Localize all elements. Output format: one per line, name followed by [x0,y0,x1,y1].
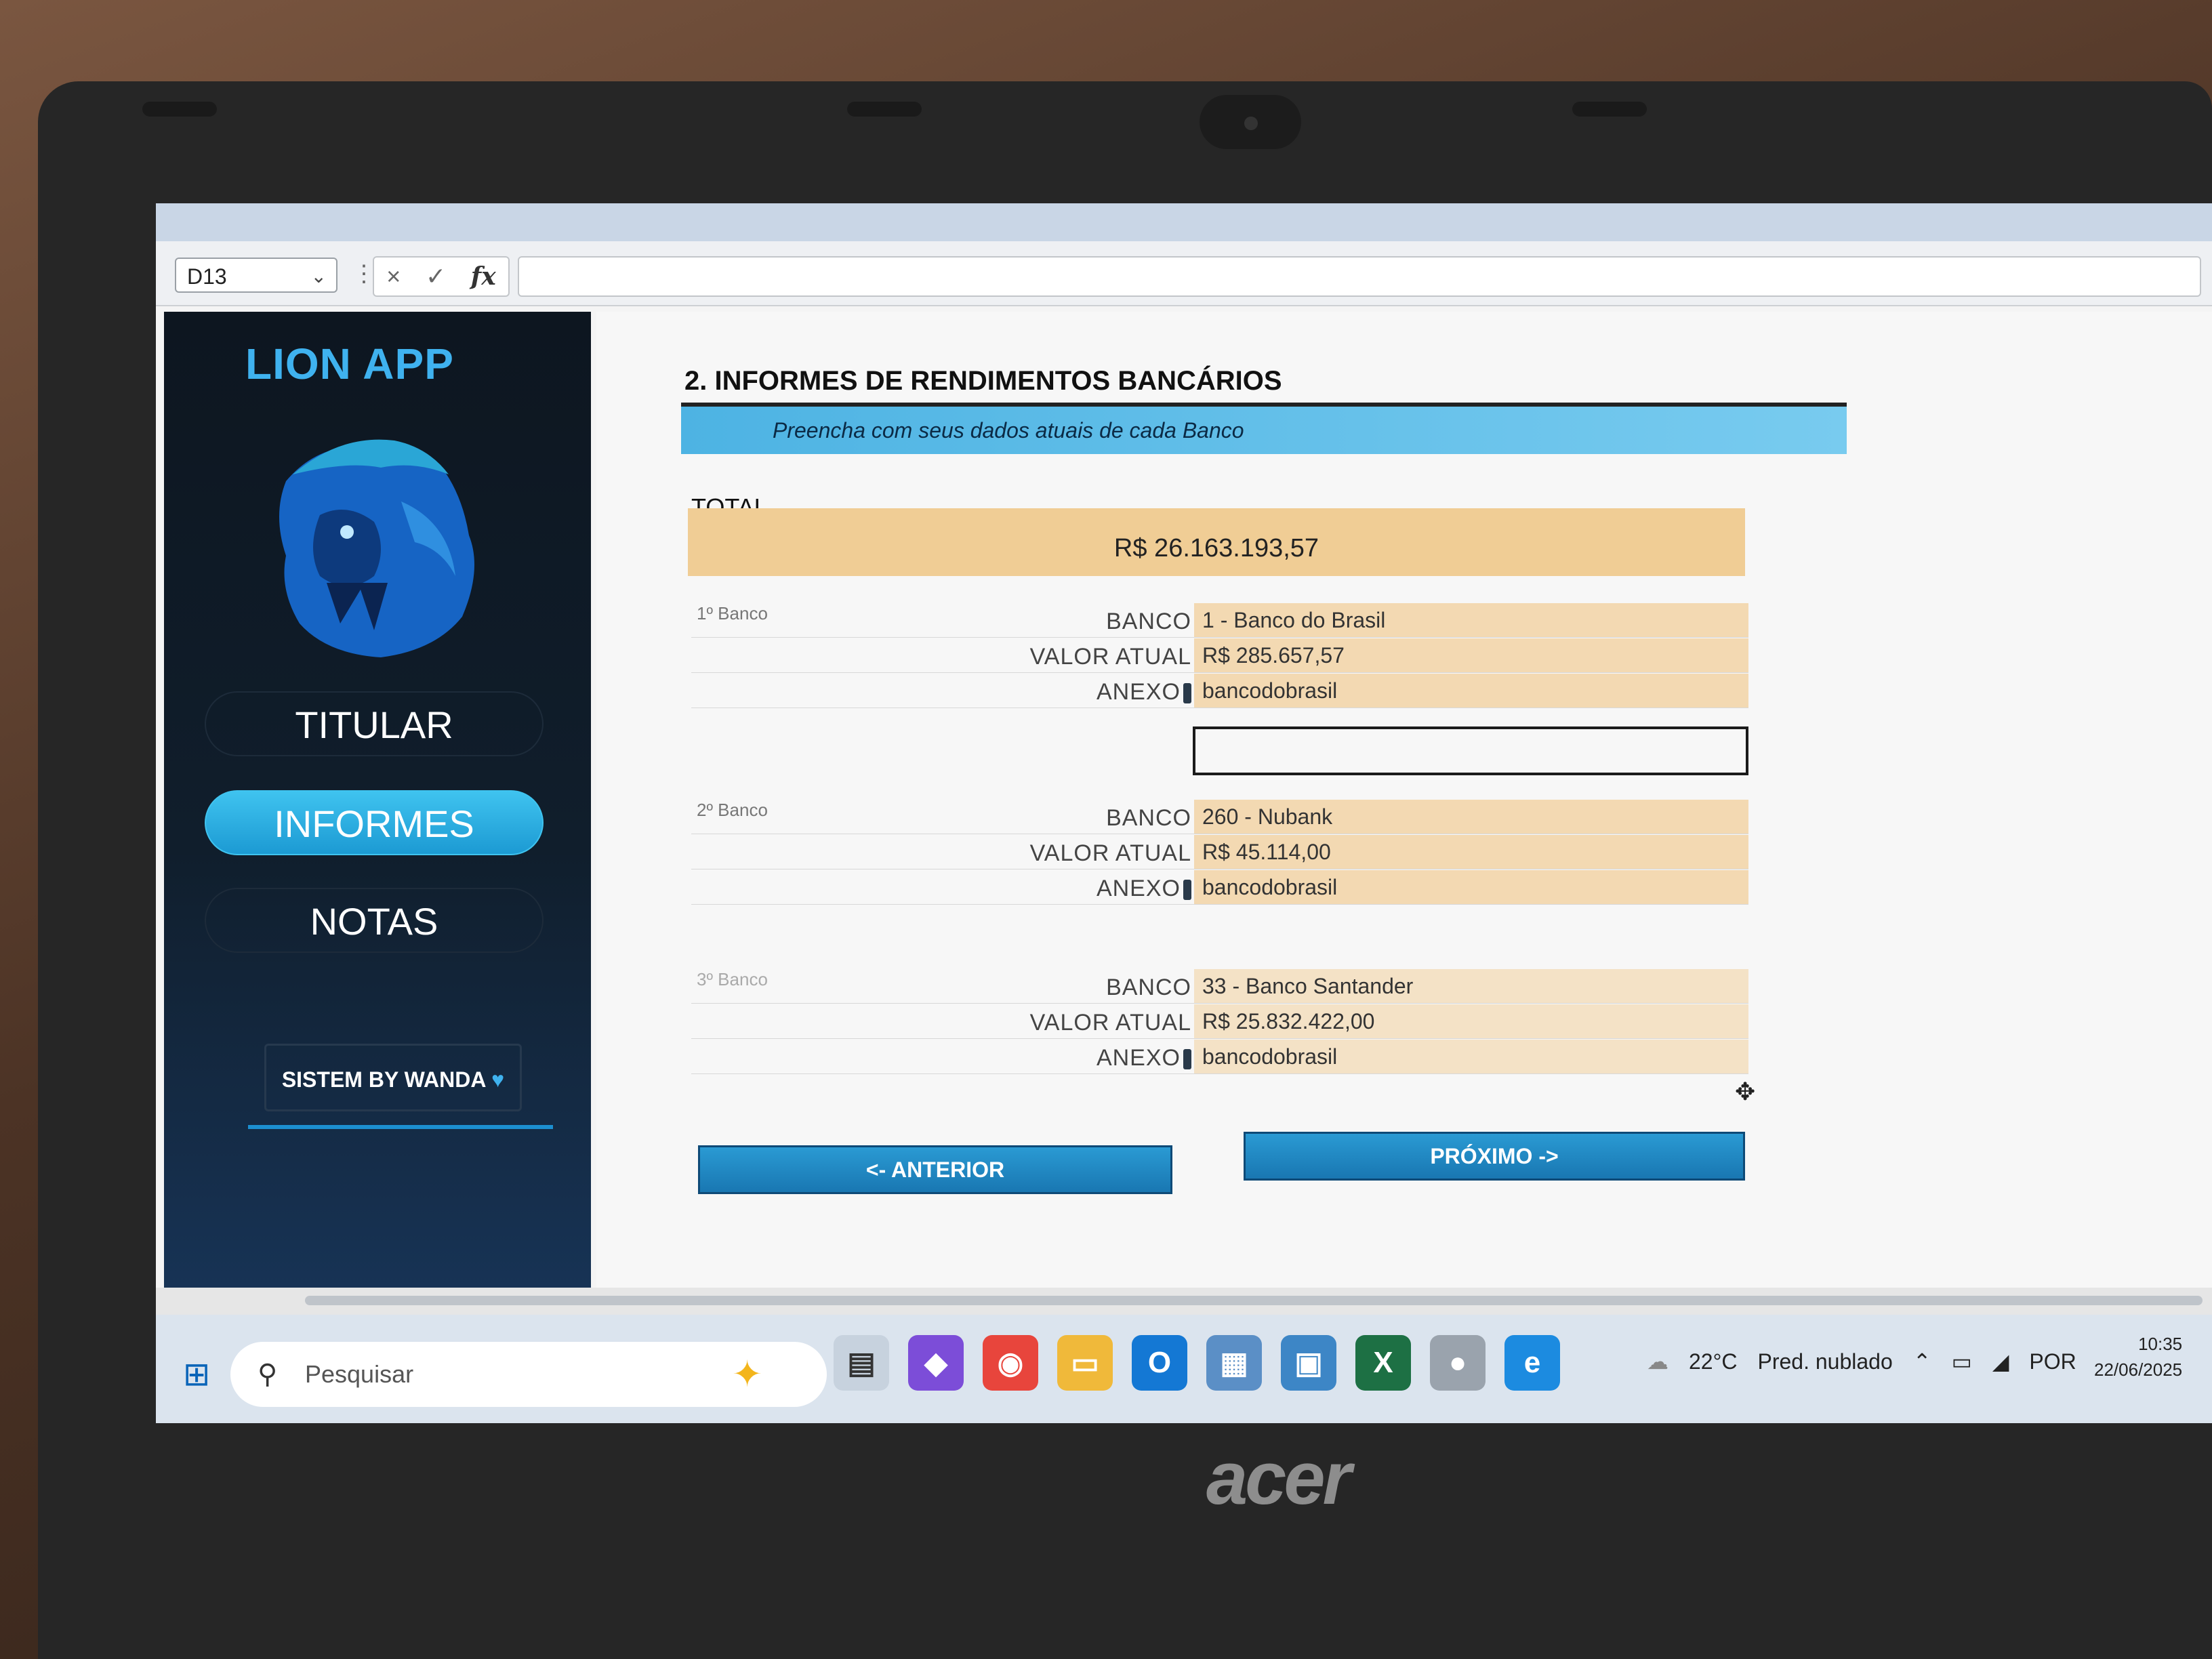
bank-row-label: BANCO [1106,609,1191,634]
chevron-down-icon[interactable]: ⌄ [311,259,327,294]
formula-bar: D13 ⌄ ⋮ × ✓ fx [156,203,2212,306]
edge-icon[interactable]: e [1504,1335,1560,1391]
heart-icon: ♥ [491,1067,505,1092]
check-icon[interactable]: ✓ [426,262,446,291]
attachment-label-text: ANEXO [1096,679,1181,705]
credit-badge: SISTEM BY WANDA ♥ [264,1044,522,1111]
fx-icon[interactable]: fx [471,262,496,291]
bank-row: ANEXO bancodobrasil [691,674,1748,708]
nav-notas-button[interactable]: NOTAS [205,888,544,953]
value-row-label: VALOR ATUAL [1029,840,1191,866]
value-row-label: VALOR ATUAL [1029,644,1191,670]
credit-underline [248,1125,553,1129]
scrollbar-thumb[interactable] [305,1296,2203,1305]
attachment-row-label: ANEXO [1097,876,1191,902]
nav-titular-button[interactable]: TITULAR [205,691,544,756]
cursor-icon: ✥ [1735,1078,1756,1105]
next-button[interactable]: PRÓXIMO -> [1244,1132,1745,1181]
ribbon-strip [156,203,2212,241]
clock-time: 10:35 [2138,1334,2183,1354]
bezel-notch [1572,102,1647,117]
section-title: 2. INFORMES DE RENDIMENTOS BANCÁRIOS [684,366,1282,396]
attachment-row-label: ANEXO [1097,679,1191,705]
task-view-icon[interactable]: ▤ [834,1335,889,1391]
system-tray: ☁ 22°C Pred. nublado ⌃ ▭ ◢ POR [1647,1349,2076,1374]
total-value: R$ 26.163.193,57 [1113,534,1319,562]
bank-field[interactable]: 1 - Banco do Brasil [1194,603,1748,637]
worksheet-content: 2. INFORMES DE RENDIMENTOS BANCÁRIOS Pre… [596,312,2212,1288]
lion-logo-icon [279,439,474,657]
previous-button[interactable]: <- ANTERIOR [698,1145,1172,1194]
nav-informes-button[interactable]: INFORMES [205,790,544,855]
weather-temp[interactable]: 22°C [1689,1349,1738,1374]
value-field[interactable]: R$ 45.114,00 [1194,835,1748,869]
value-row-label: VALOR ATUAL [1029,1010,1191,1036]
bank-row: VALOR ATUAL R$ 45.114,00 [691,835,1748,869]
value-field[interactable]: R$ 285.657,57 [1194,638,1748,672]
search-placeholder: Pesquisar [305,1360,414,1388]
formula-input[interactable] [518,256,2201,297]
app-title: LION APP [245,340,454,388]
bank-row: BANCO 1 - Banco do Brasil [691,603,1748,638]
formula-actions: × ✓ fx [373,256,510,297]
chevron-up-icon[interactable]: ⌃ [1913,1349,1931,1374]
selected-cell[interactable] [1193,726,1748,775]
credit-label: SISTEM BY WANDA [281,1067,486,1092]
paperclip-icon[interactable] [1183,683,1191,704]
bank-row: BANCO 260 - Nubank [691,800,1748,834]
taskbar-apps: ▤ ◆ ◉ ▭ O ▦ ▣ X ● e [834,1335,1560,1403]
laptop-brand: acer [1206,1437,1351,1520]
copilot-icon[interactable]: ◆ [908,1335,964,1391]
paperclip-icon[interactable] [1183,880,1191,901]
horizontal-scrollbar[interactable] [156,1288,2212,1315]
name-box-value: D13 [187,264,227,289]
bank-row: BANCO 33 - Banco Santander [691,969,1748,1004]
battery-icon[interactable]: ▭ [1952,1349,1972,1374]
bank-row-label: BANCO [1106,975,1191,1000]
attachment-label-text: ANEXO [1096,1045,1181,1071]
search-icon: ⚲ [258,1359,278,1389]
calculator-icon[interactable]: ▦ [1206,1335,1262,1391]
bank-row: ANEXO bancodobrasil [691,870,1748,905]
copilot-sparkle-icon[interactable]: ✦ [732,1342,762,1407]
webcam-lens [1244,117,1258,130]
sidebar: LION APP TITULAR INFORMES NOTAS SISTEM B… [164,312,591,1288]
chrome-icon[interactable]: ◉ [983,1335,1038,1391]
bank-row: ANEXO bancodobrasil [691,1040,1748,1074]
excel-icon[interactable]: X [1355,1335,1411,1391]
weather-desc[interactable]: Pred. nublado [1758,1349,1893,1374]
file-explorer-icon[interactable]: ▭ [1057,1335,1113,1391]
screen: D13 ⌄ ⋮ × ✓ fx LION APP TITULAR INFORMES… [156,203,2212,1423]
attachment-label-text: ANEXO [1096,876,1181,901]
bank-row-label: BANCO [1106,805,1191,831]
attachment-row-label: ANEXO [1097,1045,1191,1071]
camera-icon[interactable]: ● [1430,1335,1486,1391]
remote-desktop-icon[interactable]: ▣ [1281,1335,1336,1391]
attachment-field[interactable]: bancodobrasil [1194,674,1748,708]
section-subtitle: Preencha com seus dados atuais de cada B… [681,407,1847,454]
clock[interactable]: 10:35 22/06/2025 [2094,1331,2182,1382]
windows-start-icon[interactable]: ⊞ [183,1355,210,1393]
taskbar: ⊞ ⚲ Pesquisar ✦ ▤ ◆ ◉ ▭ O ▦ ▣ X ● e ☁ 22… [156,1315,2212,1423]
bank-row: VALOR ATUAL R$ 285.657,57 [691,638,1748,673]
taskbar-search[interactable]: ⚲ Pesquisar ✦ [230,1342,827,1407]
total-field[interactable]: R$ 26.163.193,57 [688,508,1745,576]
more-icon[interactable]: ⋮ [352,260,375,287]
bezel-notch [142,102,217,117]
cancel-icon[interactable]: × [386,262,401,291]
name-box[interactable]: D13 ⌄ [175,258,337,293]
bank-field[interactable]: 33 - Banco Santander [1194,969,1748,1003]
bezel-notch [847,102,922,117]
weather-icon[interactable]: ☁ [1647,1349,1668,1374]
value-field[interactable]: R$ 25.832.422,00 [1194,1004,1748,1038]
attachment-field[interactable]: bancodobrasil [1194,870,1748,904]
bank-field[interactable]: 260 - Nubank [1194,800,1748,834]
wifi-icon[interactable]: ◢ [1992,1349,2009,1374]
language-indicator[interactable]: POR [2029,1349,2076,1374]
attachment-field[interactable]: bancodobrasil [1194,1040,1748,1073]
clock-date: 22/06/2025 [2094,1359,2183,1380]
paperclip-icon[interactable] [1183,1049,1191,1070]
bank-row: VALOR ATUAL R$ 25.832.422,00 [691,1004,1748,1039]
outlook-icon[interactable]: O [1132,1335,1187,1391]
